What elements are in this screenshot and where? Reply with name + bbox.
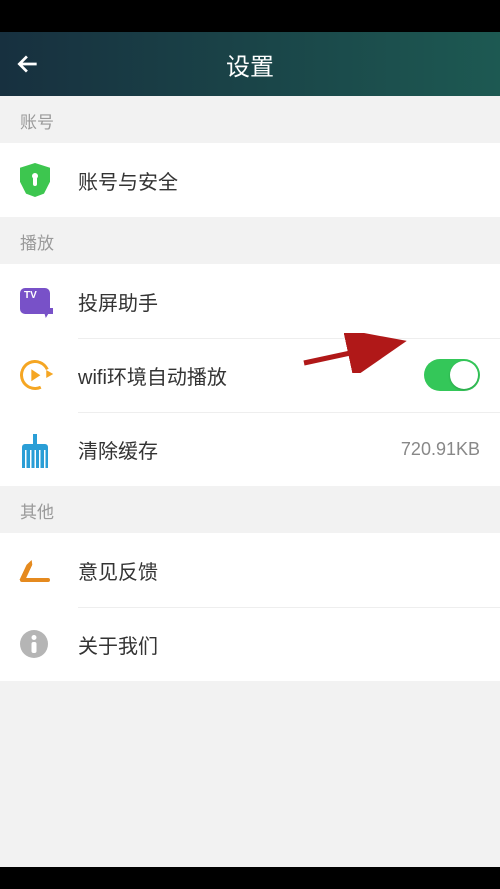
- page-title: 设置: [226, 47, 274, 82]
- header: 设置: [0, 32, 500, 96]
- section-header-account: 账号: [0, 96, 500, 143]
- broom-icon: [20, 434, 68, 464]
- autoplay-icon: [20, 360, 68, 390]
- bottom-bar: [0, 867, 500, 889]
- row-clear-cache[interactable]: 清除缓存 720.91KB: [0, 412, 500, 486]
- cache-size-value: 720.91KB: [401, 439, 480, 460]
- row-label: 清除缓存: [78, 435, 401, 464]
- shield-icon: [20, 163, 68, 197]
- row-label: 投屏助手: [78, 287, 480, 316]
- row-label: 账号与安全: [78, 166, 480, 195]
- back-arrow-icon: [15, 51, 41, 77]
- info-icon: [20, 630, 68, 658]
- row-cast-assistant[interactable]: 投屏助手: [0, 264, 500, 338]
- row-account-security[interactable]: 账号与安全: [0, 143, 500, 217]
- cast-icon: [20, 288, 68, 314]
- row-label: wifi环境自动播放: [78, 361, 424, 390]
- row-about[interactable]: 关于我们: [0, 607, 500, 681]
- row-label: 意见反馈: [78, 556, 480, 585]
- feedback-icon: [20, 558, 68, 582]
- row-label: 关于我们: [78, 630, 480, 659]
- row-wifi-autoplay: wifi环境自动播放: [0, 338, 500, 412]
- status-bar: [0, 0, 500, 32]
- row-feedback[interactable]: 意见反馈: [0, 533, 500, 607]
- section-header-playback: 播放: [0, 217, 500, 264]
- wifi-autoplay-toggle[interactable]: [424, 359, 480, 391]
- back-button[interactable]: [0, 32, 56, 96]
- section-header-other: 其他: [0, 486, 500, 533]
